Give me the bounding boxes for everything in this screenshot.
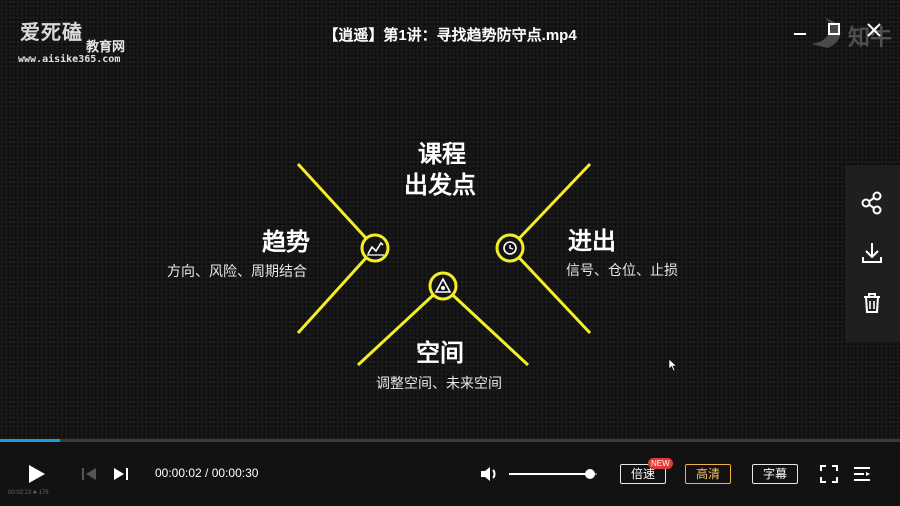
volume-slider-fill[interactable] bbox=[509, 473, 591, 475]
subtitle-button[interactable]: 字幕 bbox=[752, 464, 798, 484]
side-action-panel bbox=[845, 165, 900, 342]
volume-button[interactable] bbox=[478, 463, 500, 485]
video-canvas[interactable]: 爱死磕 教育网 www.aisike365.com 【逍遥】第1讲：寻找趋势防守… bbox=[0, 0, 900, 440]
space-subtext: 调整空间、未来空间 bbox=[376, 375, 502, 391]
play-button[interactable] bbox=[24, 462, 48, 486]
new-badge: NEW bbox=[648, 458, 673, 469]
share-button[interactable] bbox=[858, 189, 886, 217]
delete-button[interactable] bbox=[858, 289, 886, 317]
trend-subtext: 方向、风险、周期结合 bbox=[167, 263, 307, 279]
quality-button[interactable]: 高清 bbox=[685, 464, 731, 484]
history-node-icon bbox=[495, 233, 525, 263]
current-time: 00:00:02 bbox=[155, 466, 202, 480]
time-display: 00:00:02 / 00:00:30 bbox=[155, 466, 258, 480]
mouse-cursor-icon bbox=[668, 358, 678, 372]
next-button[interactable] bbox=[112, 466, 130, 482]
entry-exit-subtext: 信号、仓位、止损 bbox=[566, 262, 678, 278]
trend-node-icon bbox=[360, 233, 390, 263]
share-icon bbox=[861, 191, 882, 215]
center-heading-line1: 课程 bbox=[418, 141, 466, 168]
fullscreen-icon bbox=[820, 465, 838, 483]
time-separator: / bbox=[201, 466, 212, 480]
volume-slider-knob[interactable] bbox=[585, 469, 595, 479]
download-button[interactable] bbox=[858, 239, 886, 267]
trend-heading: 趋势 bbox=[262, 229, 310, 256]
entry-exit-heading: 进出 bbox=[568, 228, 616, 255]
center-heading-line2: 出发点 bbox=[404, 172, 476, 199]
stats-readout: 00:02:23 ♣ 176 bbox=[8, 490, 49, 496]
player-controls: 00:00:02 / 00:00:30 00:02:23 ♣ 176 倍速 NE… bbox=[0, 442, 900, 506]
playlist-button[interactable] bbox=[852, 464, 872, 484]
download-icon bbox=[862, 243, 882, 263]
previous-button[interactable] bbox=[80, 466, 98, 482]
total-time: 00:00:30 bbox=[211, 466, 259, 480]
fullscreen-button[interactable] bbox=[819, 464, 839, 484]
playlist-icon bbox=[854, 467, 870, 481]
next-icon bbox=[114, 468, 128, 480]
space-heading: 空间 bbox=[416, 340, 464, 367]
triangle-node-icon bbox=[428, 271, 458, 301]
play-icon bbox=[29, 465, 45, 483]
previous-icon bbox=[82, 468, 96, 480]
trash-icon bbox=[864, 293, 880, 313]
volume-icon bbox=[481, 467, 496, 481]
diagram-line-lower-left bbox=[296, 246, 377, 335]
